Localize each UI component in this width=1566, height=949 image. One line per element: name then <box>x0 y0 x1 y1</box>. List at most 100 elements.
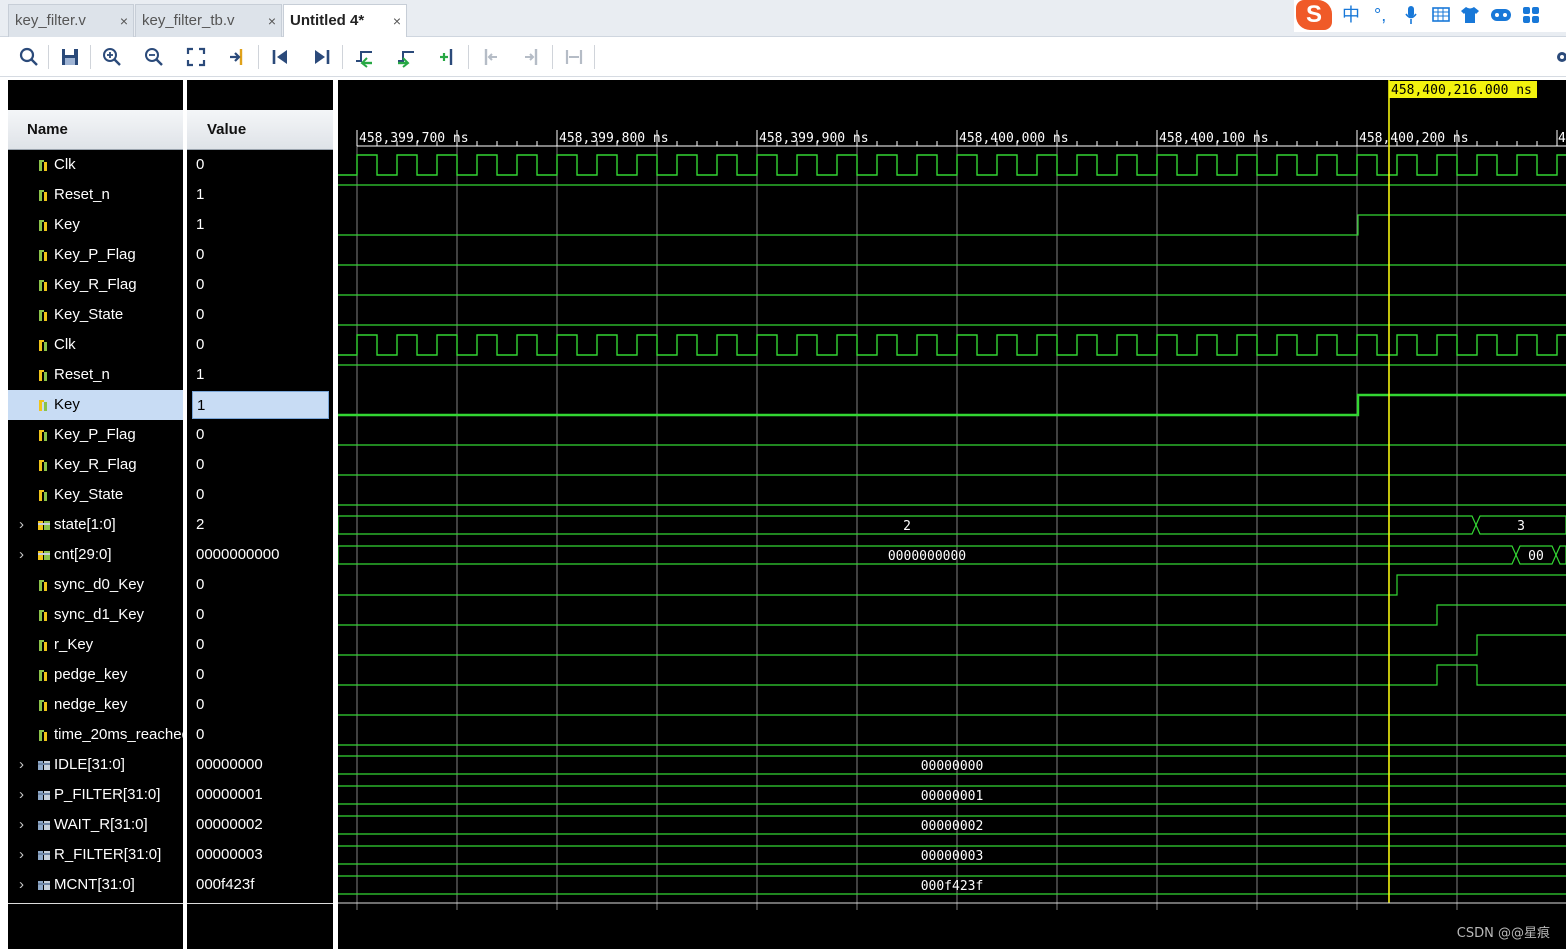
value-row-wait-r[interactable]: 00000002 <box>187 810 333 840</box>
signal-row-state[interactable]: › state[1:0] <box>8 510 183 540</box>
expand-chevron-icon[interactable]: › <box>19 846 24 863</box>
previous-transition-icon[interactable] <box>353 46 375 68</box>
signal-row-key-r-flag[interactable]: Key_R_Flag <box>8 270 183 300</box>
gamepad-icon[interactable] <box>1490 7 1512 23</box>
zoom-fit-icon[interactable] <box>185 46 207 68</box>
bus-value-label: 2 <box>903 519 911 534</box>
bus-value-label: 00000002 <box>921 819 984 834</box>
close-icon[interactable]: × <box>393 13 401 29</box>
signal-row-key-state[interactable]: Key_State <box>8 480 183 510</box>
tab-key-filter-tb-v[interactable]: key_filter_tb.v × <box>135 4 282 37</box>
value-row-key-r-flag[interactable]: 0 <box>187 450 333 480</box>
tab-key-filter-v[interactable]: key_filter.v × <box>8 4 134 37</box>
save-icon[interactable] <box>59 46 81 68</box>
value-row-pedge-key[interactable]: 0 <box>187 660 333 690</box>
expand-chevron-icon[interactable]: › <box>19 546 24 563</box>
signal-row-key-p-flag[interactable]: Key_P_Flag <box>8 240 183 270</box>
signal-row-reset-n[interactable]: Reset_n <box>8 360 183 390</box>
value-row-key-state[interactable]: 0 <box>187 480 333 510</box>
signal-row-mcnt[interactable]: › MCNT[31:0] <box>8 870 183 900</box>
value-row-p-filter[interactable]: 00000001 <box>187 780 333 810</box>
search-icon[interactable] <box>18 46 40 68</box>
value-row-clk[interactable]: 0 <box>187 150 333 180</box>
signal-row-nedge-key[interactable]: nedge_key <box>8 690 183 720</box>
swap-cursors-icon[interactable] <box>563 46 585 68</box>
close-icon[interactable]: × <box>268 13 276 29</box>
value-row-sync-d1-key[interactable]: 0 <box>187 600 333 630</box>
settings-gear-icon[interactable] <box>1552 46 1566 68</box>
value-row-key-p-flag[interactable]: 0 <box>187 240 333 270</box>
add-marker-icon[interactable] <box>437 46 459 68</box>
signal-row-sync-d1-key[interactable]: sync_d1_Key <box>8 600 183 630</box>
go-to-last-time-icon[interactable] <box>311 46 333 68</box>
value-row-key[interactable]: 1 <box>187 390 333 420</box>
signal-row-key[interactable]: Key <box>8 210 183 240</box>
signal-row-wait-r[interactable]: › WAIT_R[31:0] <box>8 810 183 840</box>
expand-chevron-icon[interactable]: › <box>19 786 24 803</box>
bus-value-label: 000f423f <box>921 879 984 894</box>
expand-chevron-icon[interactable]: › <box>19 816 24 833</box>
signal-row-pedge-key[interactable]: pedge_key <box>8 660 183 690</box>
signal-row-key-p-flag[interactable]: Key_P_Flag <box>8 420 183 450</box>
waveform-canvas[interactable]: 458,399,700 ns 458,399,800 ns 458,399,900 … <box>337 80 1566 949</box>
expand-chevron-icon[interactable]: › <box>19 516 24 533</box>
value-row-key-p-flag[interactable]: 0 <box>187 420 333 450</box>
signal-row-idle[interactable]: › IDLE[31:0] <box>8 750 183 780</box>
signal-row-sync-d0-key[interactable]: sync_d0_Key <box>8 570 183 600</box>
value-row-nedge-key[interactable]: 0 <box>187 690 333 720</box>
sogou-logo-icon[interactable]: S <box>1296 0 1332 30</box>
value-row-key-r-flag[interactable]: 0 <box>187 270 333 300</box>
value-row-mcnt[interactable]: 000f423f <box>187 870 333 900</box>
ime-punctuation-mode[interactable]: °, <box>1374 4 1386 26</box>
shirt-icon[interactable] <box>1460 6 1480 24</box>
signal-value: 1 <box>196 216 205 233</box>
grid-icon[interactable] <box>1522 6 1540 24</box>
keyboard-icon[interactable] <box>1432 7 1450 22</box>
value-row-state[interactable]: 2 <box>187 510 333 540</box>
previous-marker-icon[interactable] <box>479 46 501 68</box>
signal-value-pane: Value 0 1 1 0 0 0 0 1 1 0 0 0 2 0000000000 0 0 0 0 0 0 00000… <box>187 80 333 949</box>
value-row-time-20ms-reached[interactable]: 0 <box>187 720 333 750</box>
signal-row-clk[interactable]: Clk <box>8 150 183 180</box>
signal-row-cnt[interactable]: › cnt[29:0] <box>8 540 183 570</box>
value-row-r-filter[interactable]: 00000003 <box>187 840 333 870</box>
signal-row-key-r-flag[interactable]: Key_R_Flag <box>8 450 183 480</box>
value-column-header[interactable]: Value <box>187 110 333 150</box>
signal-name: P_FILTER[31:0] <box>54 786 161 803</box>
value-row-reset-n[interactable]: 1 <box>187 360 333 390</box>
value-row-idle[interactable]: 00000000 <box>187 750 333 780</box>
signal-row-key[interactable]: Key <box>8 390 183 420</box>
signal-value: 0 <box>196 606 205 623</box>
signal-row-r-filter[interactable]: › R_FILTER[31:0] <box>8 840 183 870</box>
next-marker-icon[interactable] <box>521 46 543 68</box>
signal-row-key-state[interactable]: Key_State <box>8 300 183 330</box>
zoom-in-icon[interactable] <box>101 46 123 68</box>
next-transition-icon[interactable] <box>395 46 417 68</box>
ime-chinese-mode[interactable]: 中 <box>1342 4 1360 26</box>
value-row-r-key[interactable]: 0 <box>187 630 333 660</box>
value-row-sync-d0-key[interactable]: 0 <box>187 570 333 600</box>
mic-icon[interactable] <box>1404 5 1418 25</box>
logic-signal-icon <box>39 610 47 621</box>
value-row-reset-n[interactable]: 1 <box>187 180 333 210</box>
expand-chevron-icon[interactable]: › <box>19 756 24 773</box>
signal-row-p-filter[interactable]: › P_FILTER[31:0] <box>8 780 183 810</box>
signal-row-reset-n[interactable]: Reset_n <box>8 180 183 210</box>
go-to-cursor-icon[interactable] <box>227 46 249 68</box>
close-icon[interactable]: × <box>120 13 128 29</box>
expand-chevron-icon[interactable]: › <box>19 876 24 893</box>
waveform-svg[interactable]: 458,399,700 ns 458,399,800 ns 458,399,900 … <box>337 80 1566 949</box>
selected-value-cell[interactable]: 1 <box>192 391 329 419</box>
signal-name: cnt[29:0] <box>54 546 112 563</box>
go-to-time-0-icon[interactable] <box>269 46 291 68</box>
signal-row-r-key[interactable]: r_Key <box>8 630 183 660</box>
zoom-out-icon[interactable] <box>143 46 165 68</box>
value-row-clk[interactable]: 0 <box>187 330 333 360</box>
value-row-key-state[interactable]: 0 <box>187 300 333 330</box>
signal-row-time-20ms-reached[interactable]: time_20ms_reached <box>8 720 190 750</box>
value-row-key[interactable]: 1 <box>187 210 333 240</box>
name-column-header[interactable]: Name <box>8 110 183 150</box>
value-row-cnt[interactable]: 0000000000 <box>187 540 333 570</box>
signal-row-clk[interactable]: Clk <box>8 330 183 360</box>
tab-untitled-4[interactable]: Untitled 4* × <box>283 4 407 38</box>
